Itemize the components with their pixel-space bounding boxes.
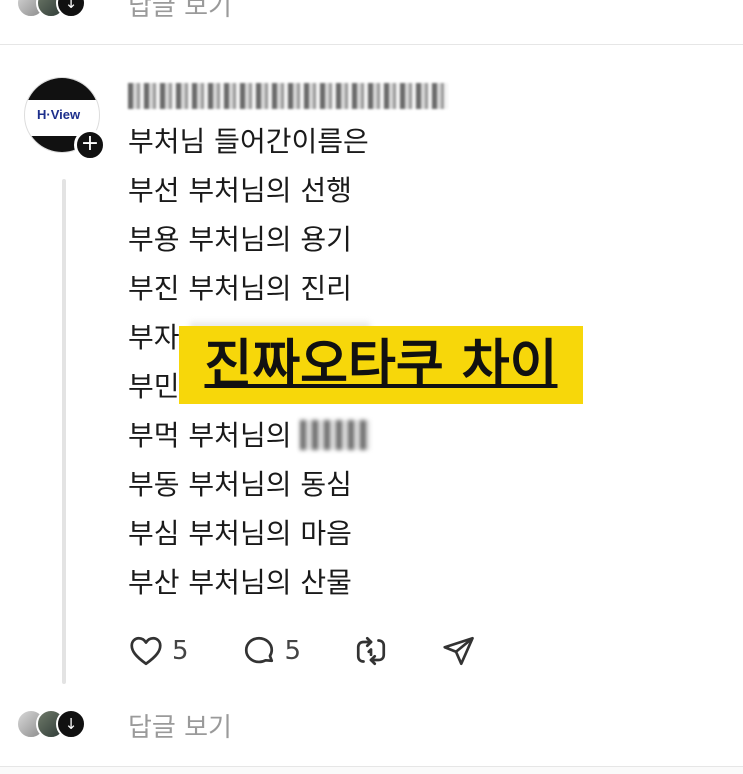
reply-avatars[interactable]: ↓ bbox=[16, 709, 86, 739]
repost-button[interactable] bbox=[353, 633, 389, 669]
comment-count: 5 bbox=[284, 636, 302, 666]
caption-overlay: 진짜오타쿠 차이 bbox=[179, 326, 583, 404]
thread-line bbox=[62, 179, 66, 684]
post-line: 부진 부처님의 진리 bbox=[128, 272, 352, 305]
pixelated-text bbox=[300, 420, 370, 450]
post-line: 부선 부처님의 선행 bbox=[128, 174, 352, 207]
chevron-down-icon[interactable]: ↓ bbox=[56, 709, 86, 739]
post-line: 부심 부처님의 마음 bbox=[128, 517, 352, 550]
repost-icon bbox=[356, 636, 386, 666]
share-button[interactable] bbox=[441, 633, 477, 669]
username-redacted[interactable] bbox=[128, 83, 448, 109]
send-icon bbox=[443, 636, 474, 666]
post-actions: 5 5 bbox=[128, 633, 529, 669]
comment-button[interactable]: 5 bbox=[241, 633, 302, 669]
comment-icon bbox=[244, 636, 273, 664]
post: H·View + 부처님 들어간이름은 부선 부처님의 선행 부용 부처님의 용… bbox=[0, 45, 743, 766]
heart-icon bbox=[130, 636, 162, 666]
post-line: 부처님 들어간이름은 bbox=[128, 125, 369, 158]
reply-avatars[interactable]: ↓ bbox=[16, 0, 86, 18]
avatar-logo: H·View bbox=[37, 107, 81, 122]
chevron-down-icon[interactable]: ↓ bbox=[56, 0, 86, 18]
like-button[interactable]: 5 bbox=[128, 633, 189, 669]
post-line: 부용 부처님의 용기 bbox=[128, 223, 352, 256]
post-line: 부산 부처님의 산물 bbox=[128, 566, 352, 599]
view-replies-link[interactable]: 답글 보기 bbox=[128, 707, 232, 744]
view-replies-link[interactable]: 답글 보기 bbox=[128, 0, 232, 23]
post-line: 부동 부처님의 동심 bbox=[128, 468, 352, 501]
like-count: 5 bbox=[172, 636, 189, 666]
previous-post-footer: ↓ 답글 보기 bbox=[0, 0, 743, 45]
follow-plus-icon[interactable]: + bbox=[74, 129, 106, 161]
